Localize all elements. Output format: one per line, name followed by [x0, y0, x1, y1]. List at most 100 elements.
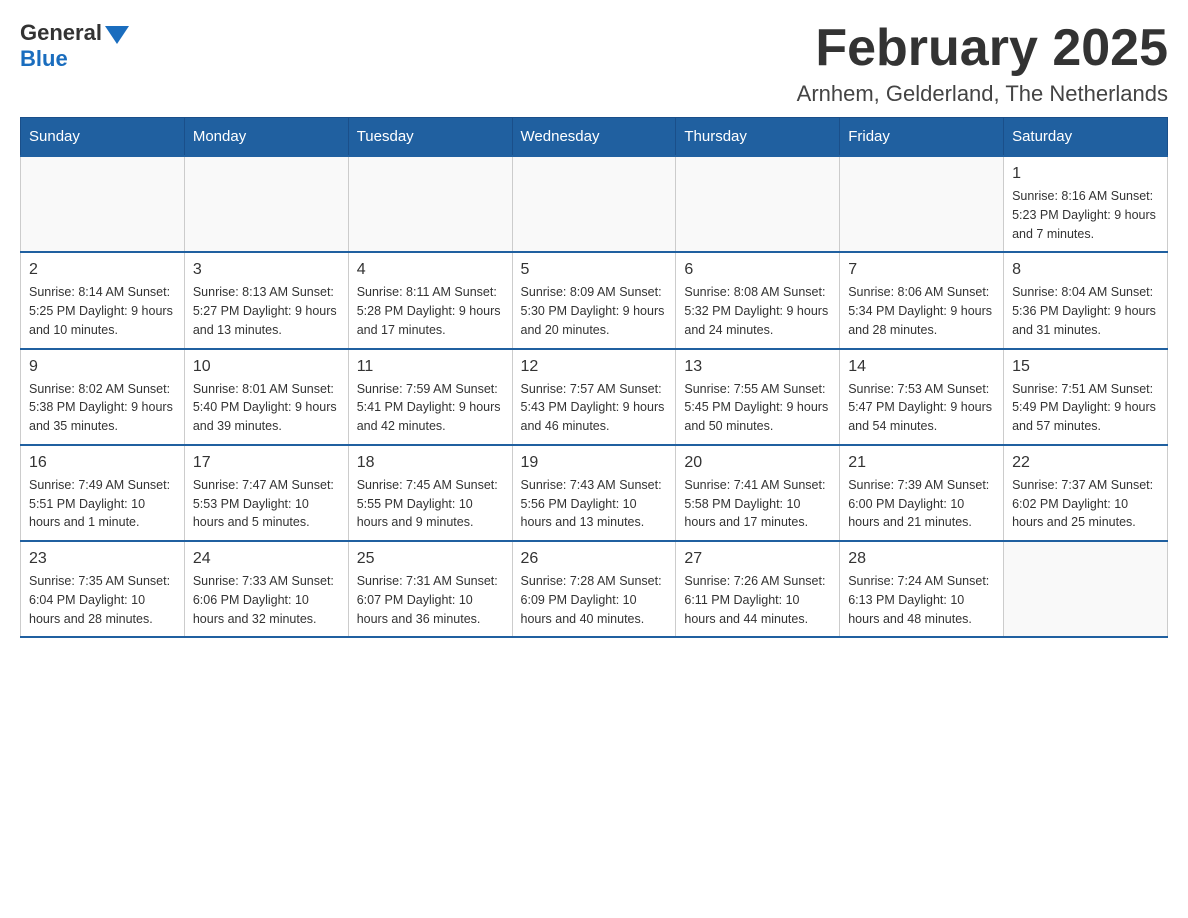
day-info: Sunrise: 7:53 AM Sunset: 5:47 PM Dayligh… — [848, 380, 995, 436]
calendar-day-cell: 17 Sunrise: 7:47 AM Sunset: 5:53 PM Dayli… — [184, 445, 348, 541]
calendar-day-cell: 23 Sunrise: 7:35 AM Sunset: 6:04 PM Dayli… — [21, 541, 185, 637]
calendar-day-cell — [348, 156, 512, 252]
calendar-day-cell — [676, 156, 840, 252]
day-number: 19 — [521, 454, 668, 472]
calendar-day-cell: 25Sunrise: 7:31 AM Sunset: 6:07 PM Dayli… — [348, 541, 512, 637]
day-number: 14 — [848, 358, 995, 376]
calendar-header-cell: Monday — [184, 118, 348, 157]
calendar-day-cell: 15 Sunrise: 7:51 AM Sunset: 5:49 PM Dayli… — [1004, 349, 1168, 445]
day-info: Sunrise: 8:13 AM Sunset: 5:27 PM Dayligh… — [193, 283, 340, 339]
location-title: Arnhem, Gelderland, The Netherlands — [797, 81, 1168, 107]
day-number: 2 — [29, 261, 176, 279]
calendar-day-cell — [184, 156, 348, 252]
day-info: Sunrise: 8:06 AM Sunset: 5:34 PM Dayligh… — [848, 283, 995, 339]
day-number: 16 — [29, 454, 176, 472]
calendar-day-cell: 9Sunrise: 8:02 AM Sunset: 5:38 PM Daylig… — [21, 349, 185, 445]
calendar-day-cell — [840, 156, 1004, 252]
day-info: Sunrise: 8:08 AM Sunset: 5:32 PM Dayligh… — [684, 283, 831, 339]
day-info: Sunrise: 8:16 AM Sunset: 5:23 PM Dayligh… — [1012, 187, 1159, 243]
calendar-day-cell: 11 Sunrise: 7:59 AM Sunset: 5:41 PM Dayli… — [348, 349, 512, 445]
day-number: 7 — [848, 261, 995, 279]
day-number: 28 — [848, 550, 995, 568]
day-number: 3 — [193, 261, 340, 279]
day-number: 27 — [684, 550, 831, 568]
day-info: Sunrise: 7:55 AM Sunset: 5:45 PM Dayligh… — [684, 380, 831, 436]
day-info: Sunrise: 8:04 AM Sunset: 5:36 PM Dayligh… — [1012, 283, 1159, 339]
calendar-day-cell: 10Sunrise: 8:01 AM Sunset: 5:40 PM Dayli… — [184, 349, 348, 445]
day-info: Sunrise: 7:49 AM Sunset: 5:51 PM Dayligh… — [29, 476, 176, 532]
day-info: Sunrise: 7:41 AM Sunset: 5:58 PM Dayligh… — [684, 476, 831, 532]
day-info: Sunrise: 7:33 AM Sunset: 6:06 PM Dayligh… — [193, 572, 340, 628]
calendar-header-cell: Wednesday — [512, 118, 676, 157]
day-info: Sunrise: 8:01 AM Sunset: 5:40 PM Dayligh… — [193, 380, 340, 436]
day-info: Sunrise: 7:59 AM Sunset: 5:41 PM Dayligh… — [357, 380, 504, 436]
day-info: Sunrise: 7:28 AM Sunset: 6:09 PM Dayligh… — [521, 572, 668, 628]
calendar-table: SundayMondayTuesdayWednesdayThursdayFrid… — [20, 117, 1168, 638]
calendar-day-cell: 28 Sunrise: 7:24 AM Sunset: 6:13 PM Dayli… — [840, 541, 1004, 637]
calendar-day-cell: 3 Sunrise: 8:13 AM Sunset: 5:27 PM Daylig… — [184, 252, 348, 348]
calendar-day-cell: 24 Sunrise: 7:33 AM Sunset: 6:06 PM Dayli… — [184, 541, 348, 637]
calendar-header-cell: Thursday — [676, 118, 840, 157]
day-info: Sunrise: 7:47 AM Sunset: 5:53 PM Dayligh… — [193, 476, 340, 532]
day-info: Sunrise: 7:45 AM Sunset: 5:55 PM Dayligh… — [357, 476, 504, 532]
calendar-header-cell: Saturday — [1004, 118, 1168, 157]
day-number: 12 — [521, 358, 668, 376]
calendar-day-cell: 5Sunrise: 8:09 AM Sunset: 5:30 PM Daylig… — [512, 252, 676, 348]
day-number: 24 — [193, 550, 340, 568]
calendar-week-row: 16 Sunrise: 7:49 AM Sunset: 5:51 PM Dayli… — [21, 445, 1168, 541]
day-number: 4 — [357, 261, 504, 279]
day-number: 9 — [29, 358, 176, 376]
day-number: 21 — [848, 454, 995, 472]
day-number: 26 — [521, 550, 668, 568]
calendar-day-cell: 2Sunrise: 8:14 AM Sunset: 5:25 PM Daylig… — [21, 252, 185, 348]
calendar-body: 1 Sunrise: 8:16 AM Sunset: 5:23 PM Daylig… — [21, 156, 1168, 637]
day-number: 13 — [684, 358, 831, 376]
calendar-week-row: 1 Sunrise: 8:16 AM Sunset: 5:23 PM Daylig… — [21, 156, 1168, 252]
day-info: Sunrise: 7:37 AM Sunset: 6:02 PM Dayligh… — [1012, 476, 1159, 532]
day-info: Sunrise: 7:39 AM Sunset: 6:00 PM Dayligh… — [848, 476, 995, 532]
calendar-day-cell: 13 Sunrise: 7:55 AM Sunset: 5:45 PM Dayli… — [676, 349, 840, 445]
day-info: Sunrise: 7:24 AM Sunset: 6:13 PM Dayligh… — [848, 572, 995, 628]
page-header: General Blue February 2025 Arnhem, Gelde… — [20, 20, 1168, 107]
day-number: 1 — [1012, 165, 1159, 183]
calendar-day-cell: 27 Sunrise: 7:26 AM Sunset: 6:11 PM Dayli… — [676, 541, 840, 637]
day-number: 15 — [1012, 358, 1159, 376]
calendar-day-cell: 18 Sunrise: 7:45 AM Sunset: 5:55 PM Dayli… — [348, 445, 512, 541]
calendar-day-cell: 16 Sunrise: 7:49 AM Sunset: 5:51 PM Dayli… — [21, 445, 185, 541]
calendar-day-cell: 12 Sunrise: 7:57 AM Sunset: 5:43 PM Dayli… — [512, 349, 676, 445]
day-info: Sunrise: 7:43 AM Sunset: 5:56 PM Dayligh… — [521, 476, 668, 532]
day-number: 5 — [521, 261, 668, 279]
calendar-week-row: 2Sunrise: 8:14 AM Sunset: 5:25 PM Daylig… — [21, 252, 1168, 348]
day-number: 18 — [357, 454, 504, 472]
day-number: 11 — [357, 358, 504, 376]
logo-blue-text: Blue — [20, 46, 68, 71]
day-info: Sunrise: 7:26 AM Sunset: 6:11 PM Dayligh… — [684, 572, 831, 628]
calendar-day-cell: 20Sunrise: 7:41 AM Sunset: 5:58 PM Dayli… — [676, 445, 840, 541]
month-title: February 2025 — [797, 20, 1168, 77]
logo-general-text: General — [20, 20, 102, 46]
calendar-day-cell: 8 Sunrise: 8:04 AM Sunset: 5:36 PM Daylig… — [1004, 252, 1168, 348]
calendar-day-cell: 7 Sunrise: 8:06 AM Sunset: 5:34 PM Daylig… — [840, 252, 1004, 348]
calendar-header-cell: Tuesday — [348, 118, 512, 157]
day-number: 6 — [684, 261, 831, 279]
day-number: 17 — [193, 454, 340, 472]
calendar-day-cell: 19 Sunrise: 7:43 AM Sunset: 5:56 PM Dayli… — [512, 445, 676, 541]
day-info: Sunrise: 7:35 AM Sunset: 6:04 PM Dayligh… — [29, 572, 176, 628]
day-number: 25 — [357, 550, 504, 568]
calendar-day-cell: 21 Sunrise: 7:39 AM Sunset: 6:00 PM Dayli… — [840, 445, 1004, 541]
calendar-day-cell: 6 Sunrise: 8:08 AM Sunset: 5:32 PM Daylig… — [676, 252, 840, 348]
day-info: Sunrise: 7:51 AM Sunset: 5:49 PM Dayligh… — [1012, 380, 1159, 436]
calendar-header-cell: Friday — [840, 118, 1004, 157]
day-info: Sunrise: 8:11 AM Sunset: 5:28 PM Dayligh… — [357, 283, 504, 339]
logo-triangle-icon — [105, 26, 129, 44]
calendar-day-cell: 26 Sunrise: 7:28 AM Sunset: 6:09 PM Dayli… — [512, 541, 676, 637]
day-number: 23 — [29, 550, 176, 568]
calendar-day-cell: 1 Sunrise: 8:16 AM Sunset: 5:23 PM Daylig… — [1004, 156, 1168, 252]
calendar-header-cell: Sunday — [21, 118, 185, 157]
day-number: 22 — [1012, 454, 1159, 472]
title-area: February 2025 Arnhem, Gelderland, The Ne… — [797, 20, 1168, 107]
calendar-day-cell: 4 Sunrise: 8:11 AM Sunset: 5:28 PM Daylig… — [348, 252, 512, 348]
day-number: 8 — [1012, 261, 1159, 279]
day-info: Sunrise: 7:57 AM Sunset: 5:43 PM Dayligh… — [521, 380, 668, 436]
calendar-week-row: 9Sunrise: 8:02 AM Sunset: 5:38 PM Daylig… — [21, 349, 1168, 445]
